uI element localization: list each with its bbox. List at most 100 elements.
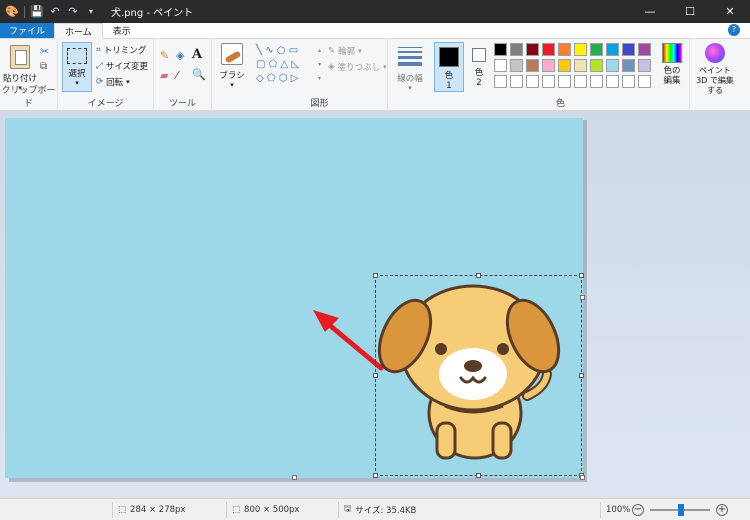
diamond-shape-icon[interactable]: ◇ bbox=[256, 73, 264, 84]
resize-handle[interactable] bbox=[579, 273, 584, 278]
shapes-gallery[interactable]: ╲ ∿ ○ ▭ ▢ ⬠ △ ◺ ◇ ⬠ ⬡ ▷ bbox=[256, 44, 318, 88]
color1-button[interactable]: 色 1 bbox=[434, 42, 464, 92]
color-swatch[interactable] bbox=[510, 75, 523, 88]
color-swatch[interactable] bbox=[638, 43, 651, 56]
brushes-button[interactable]: ブラシ ▾ bbox=[216, 43, 248, 89]
pentagon-shape-icon[interactable]: ⬠ bbox=[267, 73, 276, 84]
color-swatch[interactable] bbox=[574, 75, 587, 88]
hexagon-shape-icon[interactable]: ⬡ bbox=[279, 73, 288, 84]
selection-rectangle[interactable] bbox=[373, 273, 584, 478]
color-swatch[interactable] bbox=[494, 59, 507, 72]
color-swatch[interactable] bbox=[494, 75, 507, 88]
rectangle-shape-icon[interactable]: ▭ bbox=[289, 45, 298, 56]
fill-bucket-icon[interactable]: ◈ bbox=[176, 49, 184, 62]
resize-handle[interactable] bbox=[476, 473, 481, 478]
color-picker-icon[interactable]: ⁄ bbox=[176, 69, 178, 82]
polygon-shape-icon[interactable]: ⬠ bbox=[269, 59, 278, 70]
zoom-level: 100% bbox=[606, 504, 631, 515]
edit-colors-button[interactable]: 色の編集 bbox=[656, 43, 688, 86]
zoom-in-button[interactable]: + bbox=[716, 504, 728, 516]
image-size-status: ⬚ 800 × 500px bbox=[232, 504, 300, 515]
triangle-shape-icon[interactable]: △ bbox=[281, 59, 289, 70]
tab-home[interactable]: ホーム bbox=[54, 23, 103, 39]
color-swatch[interactable] bbox=[574, 59, 587, 72]
color-swatch[interactable] bbox=[606, 75, 619, 88]
color-swatch[interactable] bbox=[638, 75, 651, 88]
canvas-resize-handle[interactable] bbox=[580, 295, 585, 300]
color-swatch[interactable] bbox=[590, 43, 603, 56]
paint3d-button[interactable]: ペイント 3D で編集する bbox=[692, 43, 738, 96]
color-swatch[interactable] bbox=[494, 43, 507, 56]
oval-shape-icon[interactable]: ○ bbox=[277, 45, 286, 56]
color-swatch[interactable] bbox=[542, 75, 555, 88]
resize-handle[interactable] bbox=[373, 373, 378, 378]
color-swatch[interactable] bbox=[622, 59, 635, 72]
color-swatch[interactable] bbox=[526, 75, 539, 88]
pencil-icon[interactable]: ✎ bbox=[160, 49, 169, 62]
outline-button[interactable]: ✎ 輪郭 ▾ bbox=[328, 45, 362, 57]
image-group-label: イメージ bbox=[87, 99, 124, 109]
canvas-resize-handle[interactable] bbox=[292, 475, 297, 480]
color-swatch[interactable] bbox=[558, 43, 571, 56]
color-swatch[interactable] bbox=[542, 43, 555, 56]
crop-button[interactable]: ⌗ トリミング bbox=[96, 44, 146, 56]
eraser-icon[interactable]: ▰ bbox=[160, 69, 168, 82]
chevron-down-icon: ▾ bbox=[408, 84, 412, 92]
color2-button[interactable]: 色 2 bbox=[468, 42, 490, 92]
color-swatch[interactable] bbox=[590, 75, 603, 88]
color-swatch[interactable] bbox=[526, 59, 539, 72]
save-icon[interactable]: 💾 bbox=[30, 5, 44, 18]
magnifier-icon[interactable]: 🔍 bbox=[192, 68, 206, 81]
color-swatch[interactable] bbox=[606, 43, 619, 56]
color-swatch[interactable] bbox=[510, 59, 523, 72]
color-swatch[interactable] bbox=[622, 43, 635, 56]
right-triangle-shape-icon[interactable]: ◺ bbox=[291, 59, 299, 70]
resize-handle[interactable] bbox=[373, 273, 378, 278]
resize-button[interactable]: ⤢ サイズ変更 bbox=[96, 60, 148, 72]
fill-button[interactable]: ◈ 塗りつぶし ▾ bbox=[328, 61, 387, 73]
ribbon: 貼り付け ▾ ✂ ⧉ クリップボード 選択 ▾ ⌗ トリミング ⤢ サイズ変更 … bbox=[0, 39, 750, 111]
help-icon[interactable]: ? bbox=[728, 24, 740, 36]
resize-handle[interactable] bbox=[579, 373, 584, 378]
size-group: 線の幅 ▾ bbox=[388, 39, 432, 111]
tab-view[interactable]: 表示 bbox=[103, 23, 141, 38]
line-shape-icon[interactable]: ╲ bbox=[256, 45, 262, 56]
undo-icon[interactable]: ↶ bbox=[49, 5, 61, 18]
redo-icon[interactable]: ↷ bbox=[67, 5, 79, 18]
text-icon[interactable]: A bbox=[192, 47, 202, 62]
color-swatch[interactable] bbox=[606, 59, 619, 72]
zoom-slider-thumb[interactable] bbox=[678, 504, 684, 516]
customize-dropdown-icon[interactable]: ▾ bbox=[85, 6, 97, 18]
resize-handle[interactable] bbox=[373, 473, 378, 478]
zoom-out-button[interactable]: − bbox=[632, 504, 644, 516]
shapes-scroll[interactable]: ▴ ▾ ▾ bbox=[318, 44, 324, 88]
shapes-group: ╲ ∿ ○ ▭ ▢ ⬠ △ ◺ ◇ ⬠ ⬡ ▷ ▴ ▾ ▾ ✎ 輪郭 ▾ ◈ 塗りつ… bbox=[252, 39, 388, 111]
color-swatch[interactable] bbox=[558, 59, 571, 72]
drawing-canvas[interactable] bbox=[5, 118, 585, 480]
fill-icon: ◈ bbox=[328, 62, 335, 72]
chevron-down-icon: ▾ bbox=[358, 47, 362, 55]
rotate-button[interactable]: ⟳ 回転 ▾ bbox=[96, 76, 130, 88]
color-swatch[interactable] bbox=[590, 59, 603, 72]
close-button[interactable]: ✕ bbox=[710, 0, 750, 23]
color-swatch[interactable] bbox=[526, 43, 539, 56]
size-button[interactable]: 線の幅 ▾ bbox=[394, 45, 426, 92]
color-swatch[interactable] bbox=[558, 75, 571, 88]
color-swatch[interactable] bbox=[574, 43, 587, 56]
arrow-shape-icon[interactable]: ▷ bbox=[291, 73, 299, 84]
color-swatch[interactable] bbox=[638, 59, 651, 72]
maximize-button[interactable]: ☐ bbox=[670, 0, 710, 23]
resize-handle[interactable] bbox=[476, 273, 481, 278]
select-button[interactable]: 選択 ▾ bbox=[62, 42, 92, 92]
cut-icon[interactable]: ✂ bbox=[40, 45, 49, 58]
color-swatch[interactable] bbox=[510, 43, 523, 56]
curve-shape-icon[interactable]: ∿ bbox=[265, 45, 273, 56]
copy-icon[interactable]: ⧉ bbox=[40, 61, 47, 72]
canvas-resize-handle[interactable] bbox=[580, 475, 585, 480]
tab-file[interactable]: ファイル bbox=[0, 23, 55, 38]
color-swatch[interactable] bbox=[542, 59, 555, 72]
brushes-group: ブラシ ▾ bbox=[212, 39, 252, 111]
color-swatch[interactable] bbox=[622, 75, 635, 88]
minimize-button[interactable]: — bbox=[630, 0, 670, 23]
rounded-rect-shape-icon[interactable]: ▢ bbox=[256, 59, 265, 70]
